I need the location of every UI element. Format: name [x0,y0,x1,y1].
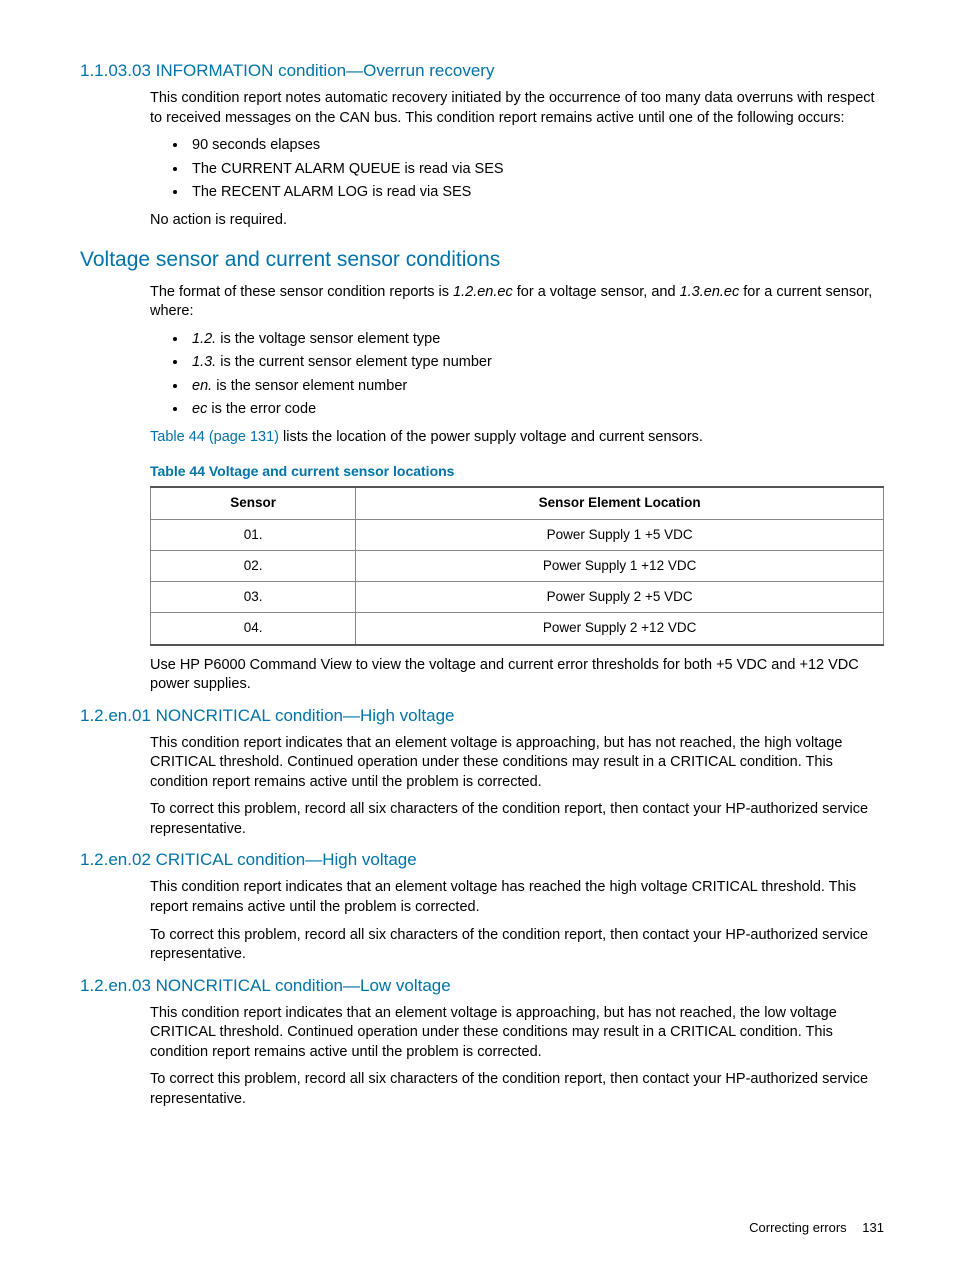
table-cell: 02. [151,550,356,581]
body-text: The format of these sensor condition rep… [150,283,884,322]
heading-noncritical-low-voltage: 1.2.en.03 NONCRITICAL condition—Low volt… [80,975,884,998]
body-text: This condition report indicates that an … [150,1004,884,1063]
text: is the error code [207,401,316,417]
list-item: ec is the error code [188,400,884,420]
term: ec [192,401,207,417]
text: lists the location of the power supply v… [279,429,703,445]
text: for a voltage sensor, and [513,284,680,300]
text: is the sensor element number [212,378,407,394]
body-text: This condition report indicates that an … [150,734,884,793]
table-cell: 01. [151,519,356,550]
body-text: To correct this problem, record all six … [150,800,884,839]
text: is the current sensor element type numbe… [216,354,492,370]
table-row: 03. Power Supply 2 +5 VDC [151,582,884,613]
page-number: 131 [862,1220,884,1235]
text: is the voltage sensor element type [216,331,440,347]
table-row: 01. Power Supply 1 +5 VDC [151,519,884,550]
table-row: 04. Power Supply 2 +12 VDC [151,613,884,645]
sensor-location-table: Sensor Sensor Element Location 01. Power… [150,486,884,645]
table-cell: Power Supply 1 +5 VDC [356,519,884,550]
bullet-list: 1.2. is the voltage sensor element type … [150,330,884,420]
heading-voltage-current-sensor: Voltage sensor and current sensor condit… [80,246,884,274]
body-text: To correct this problem, record all six … [150,1070,884,1109]
list-item: 90 seconds elapses [188,136,884,156]
table-cell: Power Supply 2 +12 VDC [356,613,884,645]
table-cell: 04. [151,613,356,645]
term: en. [192,378,212,394]
table-cell: Power Supply 2 +5 VDC [356,582,884,613]
body-text: No action is required. [150,211,884,231]
table-cell: 03. [151,582,356,613]
term: 1.2. [192,331,216,347]
list-item: 1.2. is the voltage sensor element type [188,330,884,350]
body-text: To correct this problem, record all six … [150,926,884,965]
code-ref: 1.3.en.ec [680,284,740,300]
body-text: This condition report indicates that an … [150,878,884,917]
page-footer: Correcting errors 131 [80,1219,884,1237]
body-text: Table 44 (page 131) lists the location o… [150,428,884,448]
list-item: 1.3. is the current sensor element type … [188,353,884,373]
table-caption: Table 44 Voltage and current sensor loca… [150,462,884,481]
table-header: Sensor [151,487,356,519]
list-item: The CURRENT ALARM QUEUE is read via SES [188,160,884,180]
text: The format of these sensor condition rep… [150,284,453,300]
bullet-list: 90 seconds elapses The CURRENT ALARM QUE… [150,136,884,203]
table-header: Sensor Element Location [356,487,884,519]
list-item: The RECENT ALARM LOG is read via SES [188,183,884,203]
heading-critical-high-voltage: 1.2.en.02 CRITICAL condition—High voltag… [80,849,884,872]
list-item: en. is the sensor element number [188,377,884,397]
heading-overrun-recovery: 1.1.03.03 INFORMATION condition—Overrun … [80,60,884,83]
code-ref: 1.2.en.ec [453,284,513,300]
table-row: 02. Power Supply 1 +12 VDC [151,550,884,581]
body-text: This condition report notes automatic re… [150,89,884,128]
table-cell: Power Supply 1 +12 VDC [356,550,884,581]
table-reference-link[interactable]: Table 44 (page 131) [150,429,279,445]
body-text: Use HP P6000 Command View to view the vo… [150,656,884,695]
heading-noncritical-high-voltage: 1.2.en.01 NONCRITICAL condition—High vol… [80,705,884,728]
footer-label: Correcting errors [749,1220,847,1235]
term: 1.3. [192,354,216,370]
